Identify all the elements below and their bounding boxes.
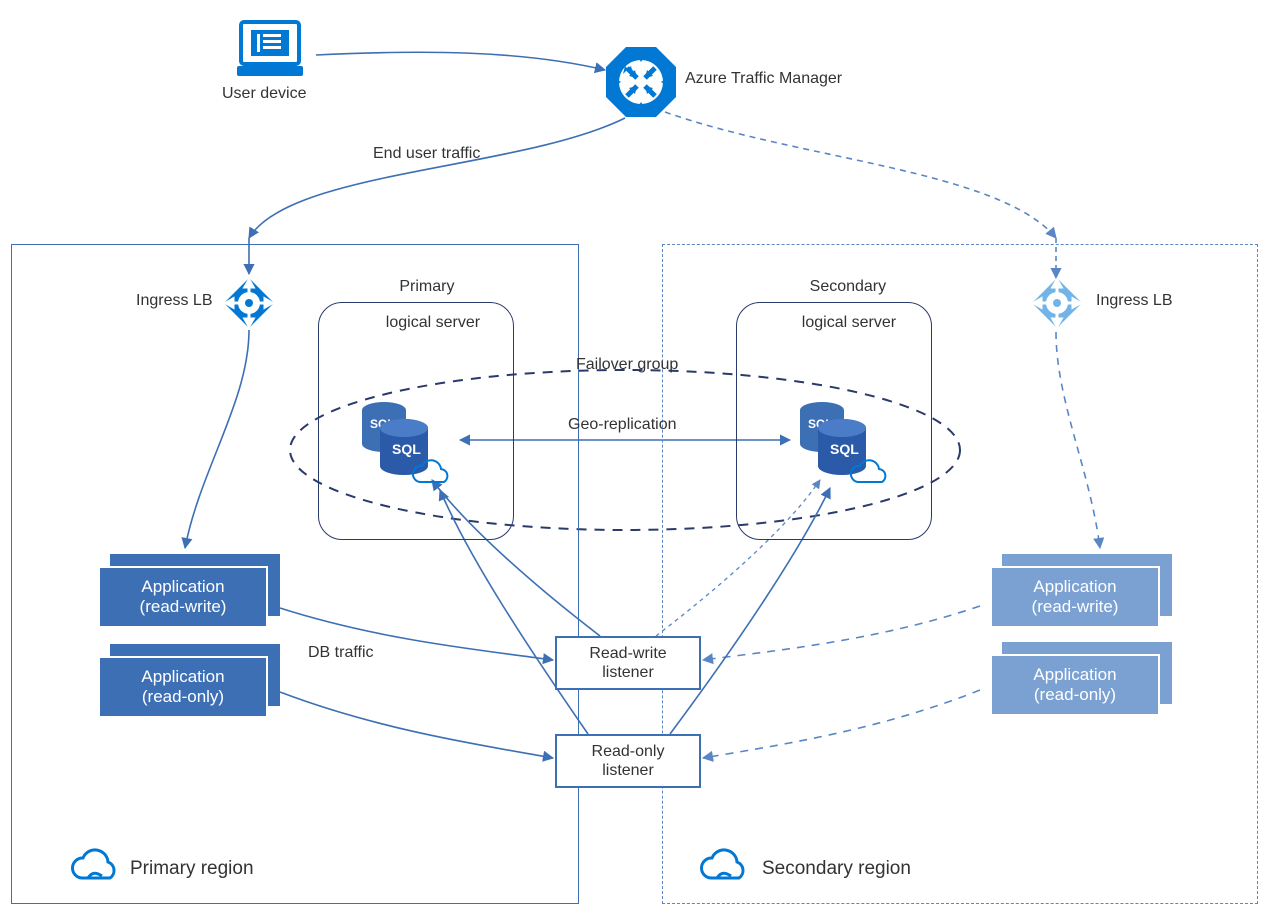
secondary-app-ro-line1: Application — [1033, 665, 1116, 685]
primary-app-ro-line2: (read-only) — [142, 687, 224, 707]
primary-ingress-label: Ingress LB — [136, 292, 212, 310]
end-user-traffic-label: End user traffic — [373, 145, 480, 163]
secondary-ingress-label: Ingress LB — [1096, 292, 1172, 310]
read-write-listener: Read-write listener — [555, 636, 701, 690]
secondary-sql-icon: SQL SQL — [790, 398, 900, 503]
rw-listener-line1: Read-write — [589, 645, 666, 662]
primary-server-label-line1: Primary — [399, 278, 454, 295]
traffic-manager-icon — [603, 44, 679, 125]
secondary-region-label: Secondary region — [762, 858, 911, 880]
ro-listener-line2: listener — [602, 762, 654, 779]
primary-app-ro-line1: Application — [141, 667, 224, 687]
primary-region-cloud-icon — [68, 846, 122, 891]
rw-listener-line2: listener — [602, 664, 654, 681]
traffic-manager-label: Azure Traffic Manager — [685, 70, 842, 88]
secondary-app-rw-line1: Application — [1033, 577, 1116, 597]
user-device-icon — [235, 18, 305, 85]
failover-group-label: Failover group — [576, 356, 678, 374]
secondary-server-label: Secondary logical server — [784, 260, 894, 350]
svg-text:SQL: SQL — [830, 441, 859, 457]
db-traffic-label: DB traffic — [308, 644, 374, 662]
secondary-ingress-lb-icon — [1030, 276, 1084, 335]
secondary-region-cloud-icon — [697, 846, 751, 891]
geo-replication-label: Geo-replication — [568, 416, 677, 434]
secondary-app-read-write: Application (read-write) — [990, 566, 1160, 628]
primary-server-label: Primary logical server — [368, 260, 468, 350]
secondary-app-ro-line2: (read-only) — [1034, 685, 1116, 705]
primary-app-read-only: Application (read-only) — [98, 656, 268, 718]
primary-server-label-line2: logical server — [386, 314, 480, 331]
read-only-listener: Read-only listener — [555, 734, 701, 788]
primary-sql-icon: SQL SQL — [352, 398, 462, 503]
secondary-app-rw-line2: (read-write) — [1032, 597, 1119, 617]
primary-app-rw-line1: Application — [141, 577, 224, 597]
primary-app-rw-line2: (read-write) — [140, 597, 227, 617]
primary-ingress-lb-icon — [222, 276, 276, 335]
secondary-server-label-line1: Secondary — [810, 278, 887, 295]
secondary-server-label-line2: logical server — [802, 314, 896, 331]
svg-text:SQL: SQL — [392, 441, 421, 457]
primary-app-read-write: Application (read-write) — [98, 566, 268, 628]
user-device-label: User device — [222, 85, 306, 103]
secondary-app-read-only: Application (read-only) — [990, 654, 1160, 716]
ro-listener-line1: Read-only — [592, 743, 665, 760]
primary-region-label: Primary region — [130, 858, 254, 880]
